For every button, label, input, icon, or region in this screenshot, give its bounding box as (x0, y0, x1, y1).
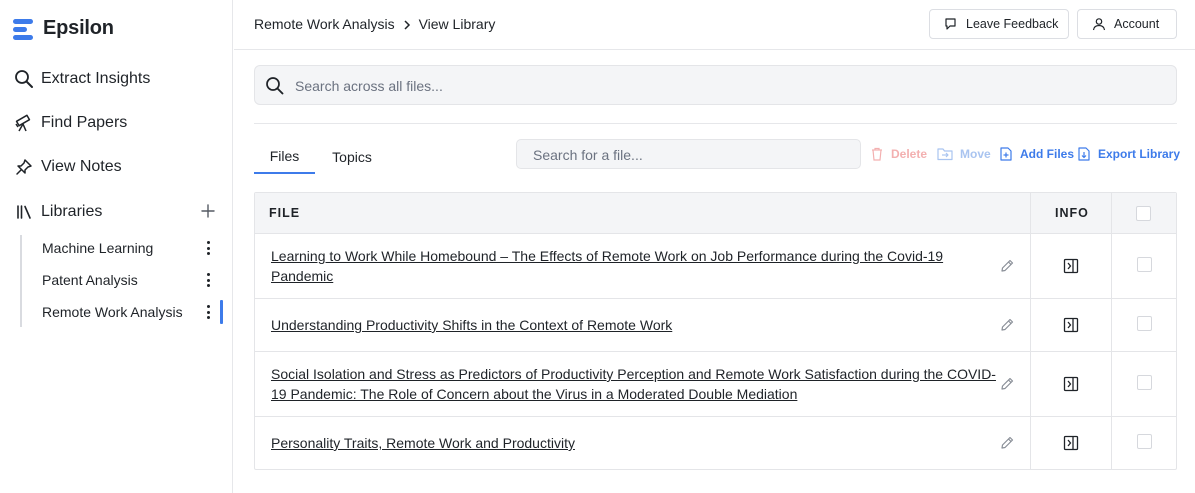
add-library-icon[interactable] (199, 202, 217, 220)
export-library-button[interactable]: Export Library (1077, 146, 1180, 162)
leave-feedback-button[interactable]: Leave Feedback (929, 9, 1069, 39)
more-options-icon[interactable] (202, 302, 214, 322)
account-button[interactable]: Account (1077, 9, 1177, 39)
user-icon (1092, 17, 1106, 31)
info-panel-icon[interactable] (1063, 317, 1079, 333)
nav-label: View Notes (41, 158, 122, 175)
breadcrumb-current: View Library (418, 16, 496, 32)
library-item-label: Remote Work Analysis (42, 304, 183, 320)
section-divider (254, 123, 1177, 124)
tab-files[interactable]: Files (254, 140, 315, 174)
feedback-icon (944, 17, 958, 31)
library-item-label: Patent Analysis (42, 272, 138, 288)
app-name: Epsilon (43, 17, 114, 39)
epsilon-logo-icon (13, 18, 35, 40)
global-search (254, 65, 1177, 105)
table-row: Personality Traits, Remote Work and Prod… (255, 417, 1176, 469)
delete-button[interactable]: Delete (870, 146, 927, 162)
add-files-button[interactable]: Add Files (999, 146, 1074, 162)
edit-pencil-icon[interactable] (999, 317, 1015, 333)
select-all-checkbox[interactable] (1136, 206, 1151, 221)
info-panel-icon[interactable] (1063, 376, 1079, 392)
search-input[interactable] (295, 75, 1155, 97)
breadcrumb: Remote Work Analysis View Library (254, 16, 495, 32)
chevron-right-icon (403, 18, 411, 30)
row-checkbox[interactable] (1137, 434, 1152, 449)
file-title-link[interactable]: Personality Traits, Remote Work and Prod… (271, 433, 996, 453)
search-icon (265, 76, 285, 96)
library-tree-line (20, 235, 22, 327)
files-table: FILE INFO Learning to Work While Homebou… (254, 192, 1177, 470)
library-item-patent-analysis[interactable]: Patent Analysis (42, 267, 227, 293)
file-search (516, 139, 861, 169)
table-row: Learning to Work While Homebound – The E… (255, 234, 1176, 299)
row-checkbox[interactable] (1137, 316, 1152, 331)
file-title-link[interactable]: Social Isolation and Stress as Predictor… (271, 364, 996, 404)
nav-libraries[interactable]: Libraries (13, 200, 102, 224)
add-file-icon (999, 147, 1013, 161)
nav-find-papers[interactable]: Find Papers (13, 111, 127, 135)
move-button[interactable]: Move (937, 146, 991, 162)
table-row: Social Isolation and Stress as Predictor… (255, 352, 1176, 417)
edit-pencil-icon[interactable] (999, 376, 1015, 392)
add-files-label: Add Files (1020, 147, 1075, 161)
edit-pencil-icon[interactable] (999, 435, 1015, 451)
file-title-link[interactable]: Understanding Productivity Shifts in the… (271, 315, 996, 335)
file-title-link[interactable]: Learning to Work While Homebound – The E… (271, 246, 996, 286)
nav-label: Libraries (41, 203, 103, 220)
active-library-indicator (220, 300, 223, 324)
logo[interactable]: Epsilon (13, 17, 114, 40)
pin-icon (13, 156, 35, 178)
library-item-machine-learning[interactable]: Machine Learning (42, 235, 227, 261)
leave-feedback-label: Leave Feedback (966, 17, 1059, 31)
telescope-icon (13, 112, 35, 134)
nav-view-notes[interactable]: View Notes (13, 155, 122, 179)
move-folder-icon (937, 147, 953, 161)
trash-icon (870, 147, 884, 161)
column-header-file: FILE (269, 206, 301, 220)
row-checkbox[interactable] (1137, 257, 1152, 272)
tab-topics[interactable]: Topics (320, 140, 384, 174)
nav-extract-insights[interactable]: Extract Insights (13, 67, 150, 91)
column-header-info: INFO (1055, 206, 1089, 220)
info-panel-icon[interactable] (1063, 435, 1079, 451)
library-item-label: Machine Learning (42, 240, 154, 256)
info-panel-icon[interactable] (1063, 258, 1079, 274)
nav-label: Extract Insights (41, 70, 151, 87)
account-label: Account (1114, 17, 1160, 31)
table-header: FILE INFO (255, 193, 1176, 234)
edit-pencil-icon[interactable] (999, 258, 1015, 274)
file-search-input[interactable] (533, 145, 853, 165)
move-label: Move (960, 147, 991, 161)
sidebar: Epsilon Extract Insights Find Papers Vie… (0, 0, 233, 493)
search-icon (13, 68, 35, 90)
more-options-icon[interactable] (202, 238, 214, 258)
delete-label: Delete (891, 147, 928, 161)
export-file-icon (1077, 147, 1091, 161)
table-row: Understanding Productivity Shifts in the… (255, 299, 1176, 352)
export-library-label: Export Library (1098, 147, 1181, 161)
nav-label: Find Papers (41, 114, 128, 131)
library-item-remote-work-analysis[interactable]: Remote Work Analysis (42, 299, 227, 325)
row-checkbox[interactable] (1137, 375, 1152, 390)
top-header: Remote Work Analysis View Library Leave … (234, 0, 1195, 50)
books-icon (13, 201, 35, 223)
breadcrumb-library[interactable]: Remote Work Analysis (254, 16, 395, 32)
more-options-icon[interactable] (202, 270, 214, 290)
